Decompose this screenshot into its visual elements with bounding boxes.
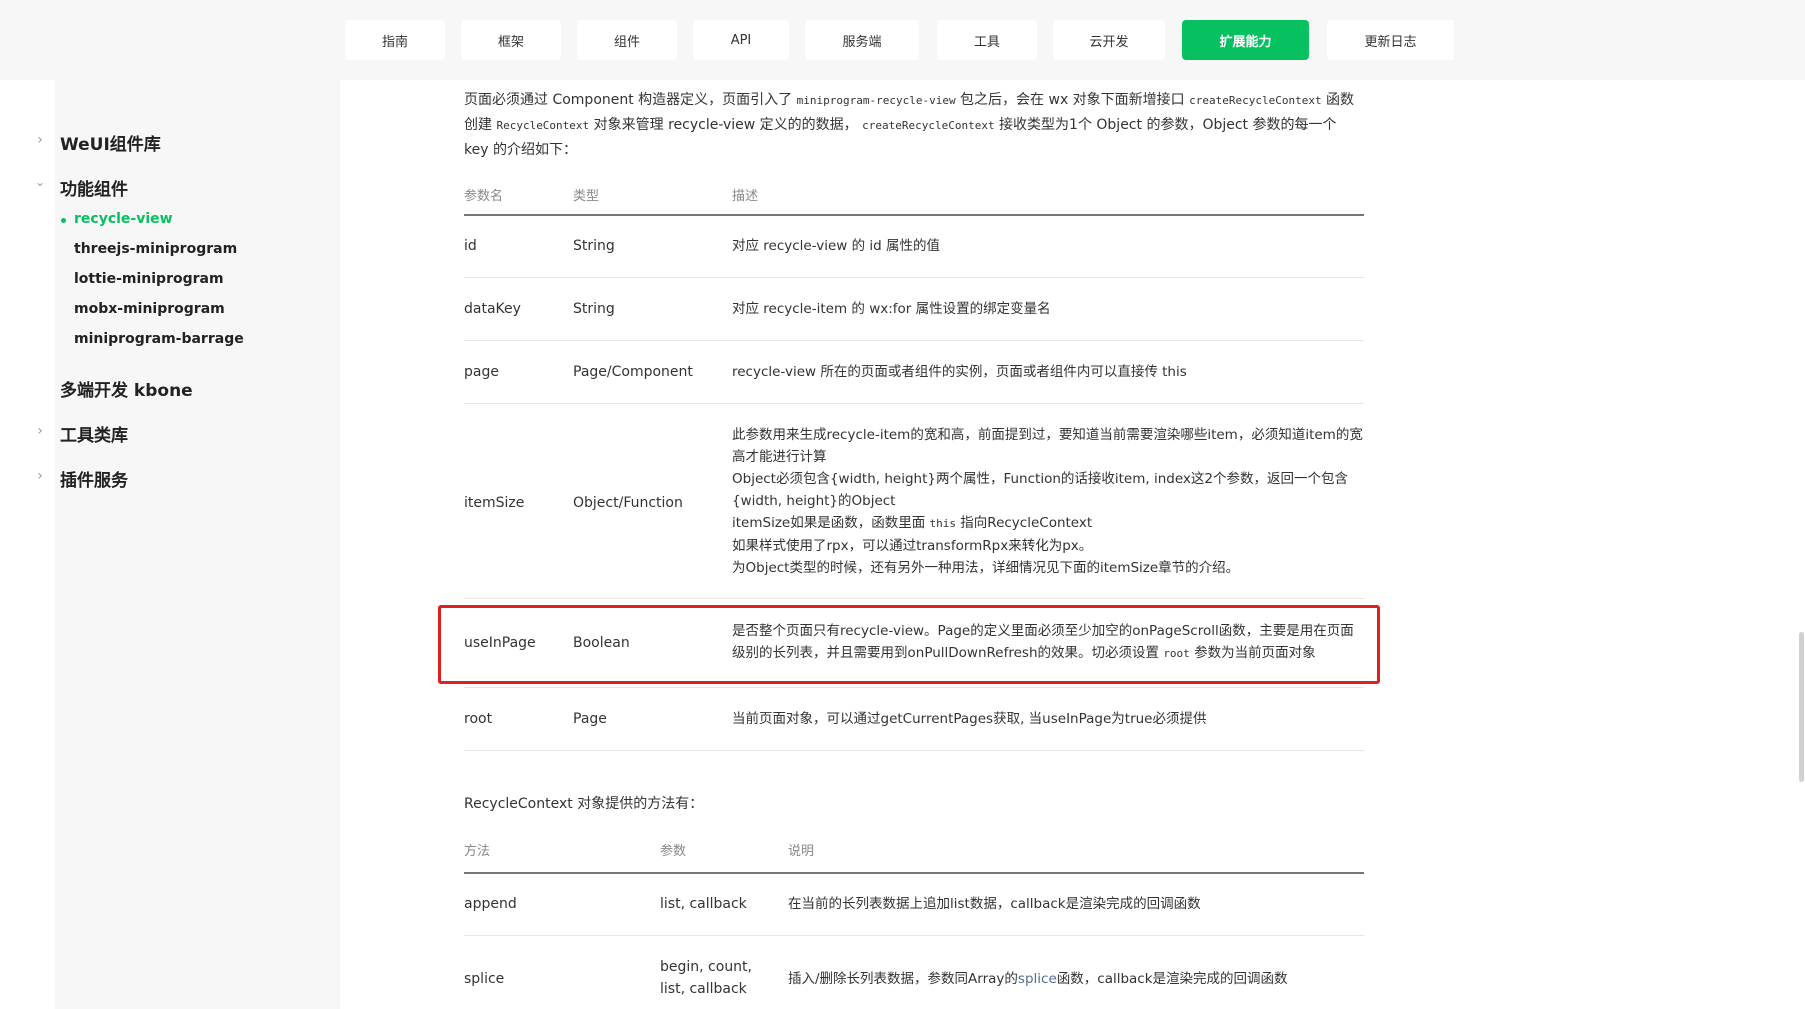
desc-text: 插入/删除长列表数据，参数同Array的 (788, 971, 1018, 987)
method-name: append (464, 896, 517, 912)
method-desc: 在当前的长列表数据上追加list数据，callback是渲染完成的回调函数 (788, 896, 1201, 912)
table-header-method: 方法 (464, 844, 491, 859)
inline-code: RecycleContext (496, 119, 590, 132)
divider (464, 340, 1364, 341)
sidebar-item-plugins[interactable]: 插件服务 (60, 466, 128, 491)
desc-line: 如果样式使用了rpx，可以通过transformRpx来转化为px。 (732, 538, 1093, 554)
divider (464, 935, 1364, 936)
sidebar-item-tools[interactable]: 工具类库 (60, 421, 128, 446)
inline-code: createRecycleContext (862, 119, 995, 132)
method-params: begin, count, list, callback (660, 956, 752, 1000)
param-desc: 此参数用来生成recycle-item的宽和高，前面提到过，要知道当前需要渲染哪… (732, 424, 1364, 579)
sidebar-subitem-threejs[interactable]: threejs-miniprogram (74, 241, 237, 257)
chevron-down-icon[interactable]: ⌄ (33, 175, 47, 189)
methods-intro: RecycleContext 对象提供的方法有： (464, 796, 704, 812)
param-type: Object/Function (573, 495, 683, 511)
divider (464, 750, 1364, 751)
chevron-right-icon[interactable]: › (33, 132, 47, 148)
tab-cloud[interactable]: 云开发 (1053, 20, 1165, 60)
intro-text: 对象来管理 recycle-view 定义的的数据， (589, 117, 863, 133)
sidebar: › WeUI组件库 ⌄ 功能组件 recycle-view threejs-mi… (0, 80, 340, 1009)
chevron-right-icon[interactable]: › (33, 468, 47, 484)
desc-line: 此参数用来生成recycle-item的宽和高，前面提到过，要知道当前需要渲染哪… (732, 427, 1363, 465)
divider (464, 872, 1364, 874)
param-name: dataKey (464, 301, 521, 317)
param-name: id (464, 238, 477, 254)
desc-text: 指向RecycleContext (956, 515, 1093, 531)
splice-link[interactable]: splice (1018, 971, 1057, 987)
param-desc: 对应 recycle-view 的 id 属性的值 (732, 238, 941, 254)
param-name: itemSize (464, 495, 525, 511)
desc-line: itemSize如果是函数，函数里面 this 指向RecycleContext (732, 512, 1364, 535)
desc-text: 函数，callback是渲染完成的回调函数 (1056, 971, 1288, 987)
tab-server[interactable]: 服务端 (805, 20, 919, 60)
param-desc: recycle-view 所在的页面或者组件的实例，页面或者组件内可以直接传 t… (732, 364, 1187, 380)
param-type: String (573, 238, 615, 254)
table-header-params: 参数 (660, 844, 687, 859)
table-header-desc: 描述 (732, 189, 759, 204)
tab-framework[interactable]: 框架 (461, 20, 561, 60)
method-desc: 插入/删除长列表数据，参数同Array的splice函数，callback是渲染… (788, 968, 1288, 990)
param-desc: 当前页面对象，可以通过getCurrentPages获取, 当useInPage… (732, 711, 1207, 727)
param-line: list, callback (660, 981, 747, 997)
sidebar-subitem-mobx[interactable]: mobx-miniprogram (74, 301, 225, 317)
tab-changelog[interactable]: 更新日志 (1327, 20, 1454, 60)
tab-extensions[interactable]: 扩展能力 (1182, 20, 1309, 60)
param-desc: 对应 recycle-item 的 wx:for 属性设置的绑定变量名 (732, 301, 1051, 317)
inline-code: createRecycleContext (1189, 94, 1322, 107)
param-type: Page/Component (573, 364, 693, 380)
desc-line: 为Object类型的时候，还有另外一种用法，详细情况见下面的itemSize章节… (732, 560, 1240, 576)
highlight-box (438, 605, 1380, 684)
sidebar-subitem-barrage[interactable]: miniprogram-barrage (74, 331, 244, 347)
tab-tools[interactable]: 工具 (937, 20, 1037, 60)
sidebar-subitem-recycle-view[interactable]: recycle-view (74, 211, 173, 227)
param-name: page (464, 364, 499, 380)
param-type: Page (573, 711, 607, 727)
desc-text: itemSize如果是函数，函数里面 (732, 515, 930, 531)
inline-code: this (929, 517, 957, 530)
intro-text: 包之后，会在 wx 对象下面新增接口 (955, 92, 1190, 108)
param-line: begin, count, (660, 959, 752, 975)
table-header-name: 参数名 (464, 189, 504, 204)
scrollbar-thumb[interactable] (1799, 632, 1804, 782)
intro-text: 页面必须通过 Component 构造器定义，页面引入了 (464, 92, 797, 108)
sidebar-item-kbone[interactable]: 多端开发 kbone (60, 376, 193, 401)
divider (464, 687, 1364, 688)
divider (464, 277, 1364, 278)
method-name: splice (464, 971, 505, 987)
sidebar-subitem-lottie[interactable]: lottie-miniprogram (74, 271, 224, 287)
sidebar-item-weui[interactable]: WeUI组件库 (60, 130, 161, 155)
param-type: String (573, 301, 615, 317)
table-header-type: 类型 (573, 189, 600, 204)
scrollbar-track[interactable] (1798, 80, 1805, 1009)
tab-components[interactable]: 组件 (577, 20, 677, 60)
desc-line: Object必须包含{width, height}两个属性，Function的话… (732, 471, 1348, 509)
active-dot-icon (61, 218, 66, 223)
tab-guide[interactable]: 指南 (345, 20, 445, 60)
inline-code: miniprogram-recycle-view (796, 94, 956, 107)
tab-api[interactable]: API (693, 20, 789, 60)
divider (464, 403, 1364, 404)
divider (464, 214, 1364, 216)
param-name: root (464, 711, 493, 727)
table-header-explain: 说明 (788, 844, 815, 859)
chevron-right-icon[interactable]: › (33, 423, 47, 439)
method-params: list, callback (660, 896, 747, 912)
top-nav-bar: 指南 框架 组件 API 服务端 工具 云开发 扩展能力 更新日志 (0, 0, 1805, 80)
intro-paragraph: 页面必须通过 Component 构造器定义，页面引入了 miniprogram… (464, 88, 1364, 162)
sidebar-item-functional[interactable]: 功能组件 (60, 175, 128, 200)
divider (464, 598, 1364, 599)
